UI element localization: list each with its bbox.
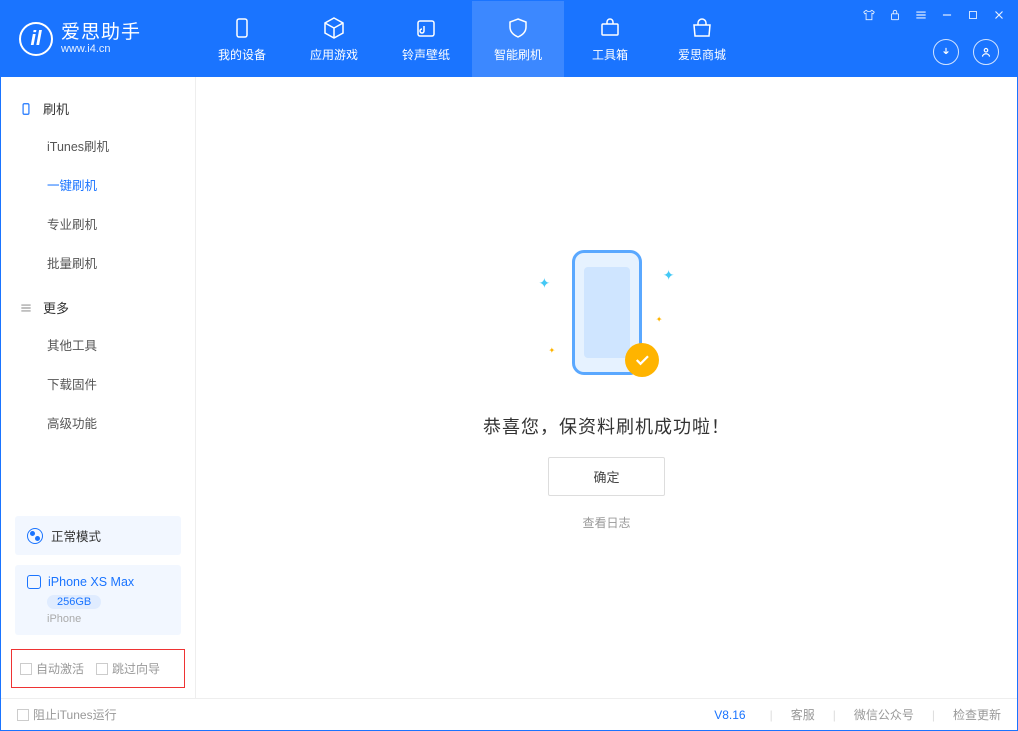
store-icon (689, 15, 715, 41)
tab-toolbox[interactable]: 工具箱 (564, 1, 656, 77)
checkbox-block-itunes[interactable]: 阻止iTunes运行 (17, 706, 117, 723)
device-mode-panel[interactable]: 正常模式 (15, 516, 181, 555)
checkbox-icon (96, 663, 108, 675)
status-bar: 阻止iTunes运行 V8.16 | 客服 | 微信公众号 | 检查更新 (1, 698, 1017, 730)
checkbox-icon (17, 709, 29, 721)
device-type: iPhone (47, 613, 169, 625)
sidebar-item-batch-flash[interactable]: 批量刷机 (1, 243, 195, 282)
toolbox-icon (597, 15, 623, 41)
device-panel[interactable]: iPhone XS Max 256GB iPhone (15, 565, 181, 635)
success-illustration: ✦ ✦ ✦ ✦ (557, 245, 657, 385)
checkbox-label: 跳过向导 (112, 660, 160, 677)
logo-icon: il (19, 22, 53, 56)
tab-apps-games[interactable]: 应用游戏 (288, 1, 380, 77)
mode-icon (27, 528, 43, 544)
footer-link-wechat[interactable]: 微信公众号 (854, 706, 914, 723)
checkbox-skip-guide[interactable]: 跳过向导 (96, 660, 160, 677)
success-message: 恭喜您，保资料刷机成功啦！ (483, 413, 730, 439)
sidebar-item-other-tools[interactable]: 其他工具 (1, 325, 195, 364)
download-button[interactable] (933, 39, 959, 65)
menu-icon[interactable] (913, 7, 929, 23)
tab-label: 我的设备 (218, 46, 266, 63)
minimize-icon[interactable] (939, 7, 955, 23)
checkbox-auto-activate[interactable]: 自动激活 (20, 660, 84, 677)
ok-button[interactable]: 确定 (548, 457, 664, 496)
close-icon[interactable] (991, 7, 1007, 23)
main-content: ✦ ✦ ✦ ✦ 恭喜您，保资料刷机成功啦！ 确定 查看日志 (196, 77, 1017, 698)
sidebar-item-itunes-flash[interactable]: iTunes刷机 (1, 126, 195, 165)
tab-smart-flash[interactable]: 智能刷机 (472, 1, 564, 77)
tab-store[interactable]: 爱思商城 (656, 1, 748, 77)
sidebar: 刷机 iTunes刷机 一键刷机 专业刷机 批量刷机 更多 其他工具 下载固件 … (1, 77, 196, 698)
shield-icon (505, 15, 531, 41)
tab-label: 铃声壁纸 (402, 46, 450, 63)
window-controls (861, 7, 1007, 23)
device-name-label: iPhone XS Max (48, 575, 134, 589)
phone-icon (19, 102, 33, 116)
lock-icon[interactable] (887, 7, 903, 23)
cube-icon (321, 15, 347, 41)
user-button[interactable] (973, 39, 999, 65)
group-title: 更多 (43, 298, 69, 317)
sidebar-group-more: 更多 (1, 290, 195, 325)
version-label: V8.16 (714, 708, 745, 722)
tab-label: 应用游戏 (310, 46, 358, 63)
checkbox-label: 自动激活 (36, 660, 84, 677)
group-title: 刷机 (43, 99, 69, 118)
check-badge-icon (625, 343, 659, 377)
header-actions (933, 39, 999, 65)
sidebar-item-download-firmware[interactable]: 下载固件 (1, 364, 195, 403)
sidebar-group-flash: 刷机 (1, 91, 195, 126)
app-title: 爱思助手 (61, 23, 141, 44)
mode-label: 正常模式 (51, 526, 101, 545)
device-icon (229, 15, 255, 41)
tab-ringtones-wallpapers[interactable]: 铃声壁纸 (380, 1, 472, 77)
tshirt-icon[interactable] (861, 7, 877, 23)
checkbox-icon (20, 663, 32, 675)
sidebar-item-oneclick-flash[interactable]: 一键刷机 (1, 165, 195, 204)
logo-block: il 爱思助手 www.i4.cn (1, 1, 196, 77)
list-icon (19, 301, 33, 315)
app-subtitle: www.i4.cn (61, 43, 141, 55)
footer-link-support[interactable]: 客服 (791, 706, 815, 723)
sidebar-item-advanced[interactable]: 高级功能 (1, 403, 195, 442)
app-header: il 爱思助手 www.i4.cn 我的设备 应用游戏 铃声壁纸 智能刷机 工具… (1, 1, 1017, 77)
device-small-icon (27, 575, 41, 589)
flash-options-highlighted: 自动激活 跳过向导 (11, 649, 185, 688)
device-capacity: 256GB (47, 595, 101, 609)
tab-label: 工具箱 (592, 46, 628, 63)
tab-label: 智能刷机 (494, 46, 542, 63)
footer-link-update[interactable]: 检查更新 (953, 706, 1001, 723)
maximize-icon[interactable] (965, 7, 981, 23)
tab-my-device[interactable]: 我的设备 (196, 1, 288, 77)
view-log-link[interactable]: 查看日志 (582, 514, 630, 531)
music-folder-icon (413, 15, 439, 41)
tab-label: 爱思商城 (678, 46, 726, 63)
checkbox-label: 阻止iTunes运行 (33, 706, 117, 723)
sidebar-item-pro-flash[interactable]: 专业刷机 (1, 204, 195, 243)
